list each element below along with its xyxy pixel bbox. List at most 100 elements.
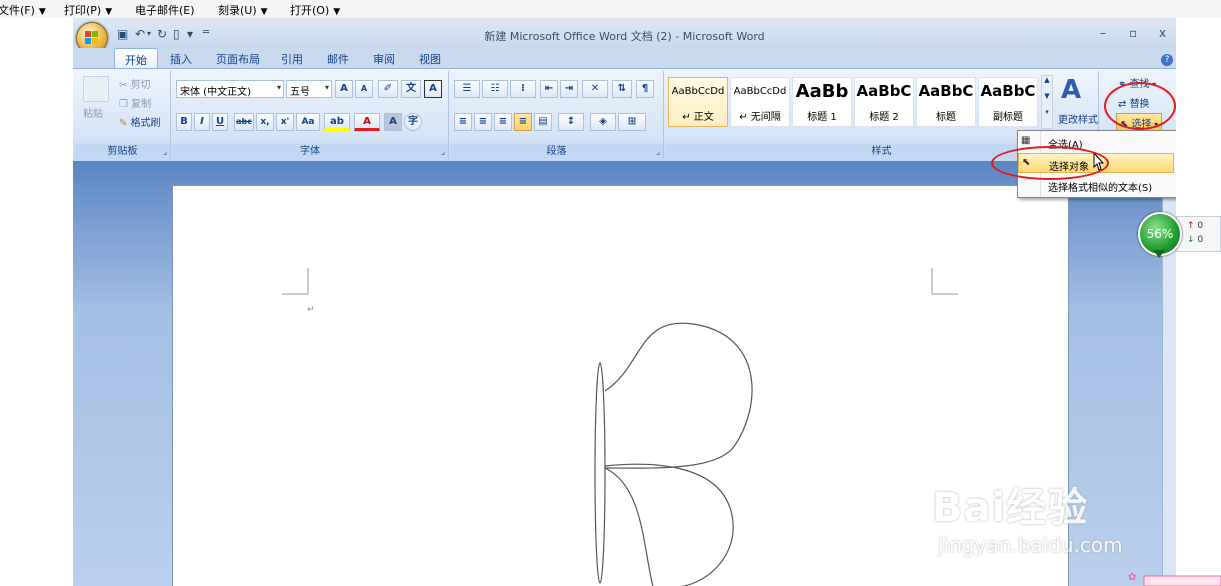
format-painter-button[interactable]: ✎ 格式刷 bbox=[119, 114, 161, 129]
restore-button[interactable]: ▫ bbox=[1129, 26, 1137, 40]
style-item[interactable]: AaBbC 标题 bbox=[916, 77, 976, 127]
align-left-icon[interactable]: ≡ bbox=[454, 113, 472, 131]
paragraph-group: ☰ ☷ ⁝ ⇤ ⇥ ✕ ⇅ ¶ ≡ ≡ ≡ ≡ ▤ ↕ ◈ ⊞ 段落 ⌟ bbox=[450, 71, 664, 159]
dialog-launcher-icon[interactable]: ⌟ bbox=[163, 147, 167, 156]
bubble-tail bbox=[1153, 250, 1165, 258]
svg-text:↵: ↵ bbox=[307, 305, 315, 315]
justify-icon[interactable]: ≡ bbox=[514, 113, 532, 131]
tab-insert[interactable]: 插入 bbox=[170, 51, 192, 67]
help-icon[interactable]: ? bbox=[1161, 54, 1173, 66]
show-marks-icon[interactable]: ¶ bbox=[636, 80, 654, 98]
paste-button[interactable]: 粘贴 bbox=[83, 105, 103, 120]
upload-arrow-icon: ↑ bbox=[1187, 221, 1195, 231]
tab-page-layout[interactable]: 页面布局 bbox=[216, 51, 260, 67]
borders-icon[interactable]: ⊞ bbox=[618, 113, 646, 131]
ribbon: 粘贴 ✂ 剪切 ❐ 复制 ✎ 格式刷 剪贴板 ⌟ 宋体 (中文正文) ▾ 五号 ▾ … bbox=[73, 68, 1176, 162]
grow-font-button[interactable]: A bbox=[335, 80, 353, 98]
bullets-icon[interactable]: ☰ bbox=[454, 80, 480, 98]
quick-access-toolbar: ▣ ↶ ▾ ↻ ▯ ▾ ═ bbox=[113, 26, 213, 43]
strikethrough-button[interactable]: abc bbox=[234, 113, 254, 131]
increase-indent-icon[interactable]: ⇥ bbox=[560, 80, 578, 98]
tab-view[interactable]: 视图 bbox=[419, 51, 441, 67]
styles-scroll[interactable]: ▲ ▼ ▾ bbox=[1041, 75, 1053, 129]
chevron-down-icon: ▼ bbox=[38, 7, 46, 17]
menu-email[interactable]: 电子邮件(E) bbox=[135, 2, 195, 18]
menu-print[interactable]: 打印(P) ▼ bbox=[64, 2, 112, 18]
style-item[interactable]: AaBbC 标题 2 bbox=[854, 77, 914, 127]
underline-button[interactable]: U bbox=[212, 113, 228, 131]
font-color-icon[interactable]: A bbox=[354, 113, 380, 131]
change-styles-icon[interactable]: A bbox=[1061, 75, 1081, 105]
paragraph-group-label: 段落 bbox=[450, 144, 663, 159]
style-item[interactable]: AaBbC 副标题 bbox=[978, 77, 1038, 127]
menu-open[interactable]: 打开(O) ▼ bbox=[290, 2, 340, 18]
customize-icon[interactable]: ═ bbox=[203, 27, 209, 38]
bold-button[interactable]: B bbox=[176, 113, 192, 131]
chevron-down-icon: ▼ bbox=[105, 7, 113, 17]
download-arrow-icon: ↓ bbox=[1187, 235, 1195, 245]
tab-mailings[interactable]: 邮件 bbox=[327, 51, 349, 67]
font-size-combo[interactable]: 五号 ▾ bbox=[286, 80, 332, 98]
watermark-brand: Bai经验 bbox=[932, 485, 1089, 531]
dialog-launcher-icon[interactable]: ⌟ bbox=[441, 147, 445, 156]
subscript-button[interactable]: x, bbox=[256, 113, 274, 131]
clipboard-group: 粘贴 ✂ 剪切 ❐ 复制 ✎ 格式刷 剪贴板 ⌟ bbox=[75, 71, 171, 159]
char-border-icon[interactable]: A bbox=[424, 80, 442, 98]
new-document-icon[interactable]: ▯ bbox=[173, 27, 180, 41]
phonetic-guide-icon[interactable]: 文 bbox=[401, 80, 421, 98]
sort-icon[interactable]: ⇅ bbox=[612, 80, 632, 98]
superscript-button[interactable]: x' bbox=[276, 113, 294, 131]
align-center-icon[interactable]: ≡ bbox=[474, 113, 492, 131]
style-item[interactable]: AaBbCcDd ↵ 正文 bbox=[668, 77, 728, 127]
tab-home[interactable]: 开始 bbox=[114, 48, 158, 68]
chevron-down-icon: ▼ bbox=[333, 7, 341, 17]
network-speed-panel: ↑ 0 ↓ 0 bbox=[1176, 216, 1221, 252]
tab-review[interactable]: 审阅 bbox=[373, 51, 395, 67]
svg-text:✿: ✿ bbox=[1128, 572, 1136, 583]
change-case-button[interactable]: Aa bbox=[296, 113, 320, 131]
dialog-launcher-icon[interactable]: ⌟ bbox=[656, 147, 660, 156]
highlight-color-icon[interactable]: ab bbox=[324, 113, 350, 131]
menu-burn[interactable]: 刻录(U) ▼ bbox=[218, 2, 268, 18]
corner-decoration-icon: ✿ bbox=[1128, 572, 1221, 586]
ribbon-tabs: 开始 插入 页面布局 引用 邮件 审阅 视图 bbox=[73, 48, 1176, 68]
enclose-char-icon[interactable]: 字 bbox=[404, 113, 422, 131]
italic-button[interactable]: I bbox=[194, 113, 210, 131]
minimize-button[interactable]: – bbox=[1100, 26, 1106, 40]
qat-menu-icon[interactable]: ▾ bbox=[187, 27, 193, 41]
undo-icon[interactable]: ↶ bbox=[135, 27, 145, 41]
change-styles-button[interactable]: 更改样式 bbox=[1058, 111, 1098, 126]
shading-icon[interactable]: ◈ bbox=[590, 113, 616, 131]
clear-format-icon[interactable]: ✐ bbox=[378, 80, 398, 98]
shrink-font-button[interactable]: A bbox=[355, 80, 373, 98]
chevron-down-icon[interactable]: ▾ bbox=[147, 29, 151, 38]
paste-icon bbox=[83, 76, 109, 102]
char-shading-icon[interactable]: A bbox=[384, 113, 402, 131]
chevron-up-icon: ▲ bbox=[1044, 76, 1050, 84]
window-title: 新建 Microsoft Office Word 文档 (2) - Micros… bbox=[484, 30, 765, 43]
decrease-indent-icon[interactable]: ⇤ bbox=[540, 80, 558, 98]
line-spacing-icon[interactable]: ↕ bbox=[558, 113, 584, 131]
clipboard-group-label: 剪贴板 bbox=[75, 144, 170, 159]
copy-button[interactable]: ❐ 复制 bbox=[119, 95, 151, 110]
multilevel-list-icon[interactable]: ⁝ bbox=[510, 80, 536, 98]
cut-button[interactable]: ✂ 剪切 bbox=[119, 76, 151, 91]
style-item[interactable]: AaBbCcDd ↵ 无间隔 bbox=[730, 77, 790, 127]
redo-icon[interactable]: ↻ bbox=[157, 27, 167, 41]
align-right-icon[interactable]: ≡ bbox=[494, 113, 512, 131]
font-group-label: 字体 bbox=[172, 144, 448, 159]
tab-references[interactable]: 引用 bbox=[281, 51, 303, 67]
close-button[interactable]: x bbox=[1159, 26, 1166, 40]
menu-file[interactable]: 文件(F) ▼ bbox=[0, 2, 46, 18]
scissors-icon: ✂ bbox=[119, 80, 131, 91]
office-logo-icon bbox=[85, 31, 98, 44]
distributed-icon[interactable]: ▤ bbox=[534, 113, 552, 131]
font-group: 宋体 (中文正文) ▾ 五号 ▾ A A ✐ 文 A B I U abc x, x'… bbox=[172, 71, 449, 159]
numbering-icon[interactable]: ☷ bbox=[482, 80, 508, 98]
asian-layout-icon[interactable]: ✕ bbox=[582, 80, 608, 98]
save-icon[interactable]: ▣ bbox=[117, 27, 128, 41]
style-item[interactable]: AaBb 标题 1 bbox=[792, 77, 852, 127]
font-name-combo[interactable]: 宋体 (中文正文) ▾ bbox=[176, 80, 284, 98]
chevron-down-icon: ▾ bbox=[276, 83, 281, 92]
chevron-down-icon: ▾ bbox=[324, 83, 329, 92]
